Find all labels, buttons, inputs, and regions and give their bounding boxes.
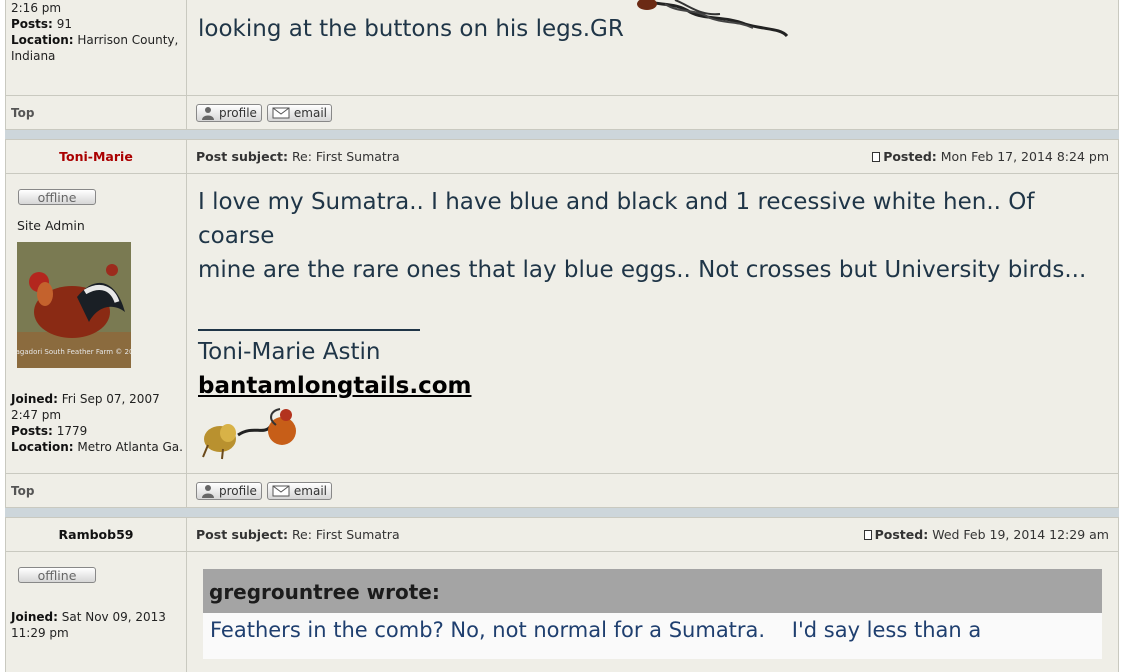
user-location: Location: Harrison County, Indiana [11, 33, 179, 63]
user-icon [202, 484, 214, 498]
post-2-content: I love my Sumatra.. I have blue and blac… [187, 174, 1118, 473]
envelope-icon [272, 485, 290, 496]
email-button[interactable]: email [266, 103, 332, 122]
user-avatar: Onagadori South Feather Farm © 2006 [17, 242, 131, 368]
bantam-chickens-image [202, 408, 296, 460]
top-link[interactable]: Top [6, 106, 34, 120]
post-3-subject-bar: Post subject: Re: First Sumatra Posted: … [187, 518, 1118, 551]
quote-block: gregrountree wrote: Feathers in the comb… [203, 569, 1102, 659]
post-1-buttons: profile email [187, 96, 1118, 129]
post-1-content: looking at the buttons on his legs.GR [187, 0, 1118, 95]
post-2-subject-bar: Post subject: Re: First Sumatra Posted: … [187, 140, 1118, 173]
profile-button[interactable]: profile [196, 481, 262, 500]
post-2-body: offline Site Admin Onagadori South Feath… [5, 173, 1119, 473]
user-joined-time: 11:29 pm [11, 626, 69, 640]
post-1-top-cell: Top [6, 96, 187, 129]
top-link[interactable]: Top [6, 484, 34, 498]
post-subject: Post subject: Re: First Sumatra [196, 527, 400, 542]
avatar-caption: Onagadori South Feather Farm © 2006 [17, 348, 131, 356]
post-1-user-info: 2:16 pm Posts: 91 Location: Harrison Cou… [6, 0, 187, 95]
user-joined-time: 2:16 pm [11, 1, 62, 15]
post-text-line: I love my Sumatra.. I have blue and blac… [198, 189, 1035, 249]
user-icon [202, 106, 214, 120]
post-separator [5, 507, 1119, 518]
user-posts: Posts: 1779 [11, 424, 88, 438]
profile-button[interactable]: profile [196, 103, 262, 122]
post-separator [5, 129, 1119, 140]
post-icon[interactable] [863, 530, 872, 540]
user-location: Location: Metro Atlanta Ga. [11, 440, 183, 454]
user-rank: Site Admin [17, 218, 85, 233]
post-author[interactable]: Rambob59 [59, 527, 134, 542]
user-joined-time: 2:47 pm [11, 408, 62, 422]
signature-link[interactable]: bantamlongtails.com [198, 369, 1118, 403]
online-status-badge: offline [18, 189, 96, 205]
post-3-header: Rambob59 Post subject: Re: First Sumatra… [5, 518, 1119, 551]
user-joined: Joined: Fri Sep 07, 2007 [11, 392, 160, 406]
post-2-footer: Top profile email [5, 473, 1119, 507]
post-2-author-cell: Toni-Marie [6, 140, 187, 173]
post-3-user-info: offline Joined: Sat Nov 09, 2013 11:29 p… [6, 552, 187, 672]
post-subject: Post subject: Re: First Sumatra [196, 149, 400, 164]
post-2-buttons: profile email [187, 474, 1118, 507]
post-date: Posted: Mon Feb 17, 2014 8:24 pm [872, 149, 1109, 164]
post-3-author-cell: Rambob59 [6, 518, 187, 551]
email-button[interactable]: email [266, 481, 332, 500]
post-author[interactable]: Toni-Marie [59, 149, 133, 164]
rooster-signature-image [637, 0, 789, 38]
quote-text: Feathers in the comb? No, not normal for… [210, 618, 982, 642]
post-date: Posted: Wed Feb 19, 2014 12:29 am [863, 527, 1109, 542]
post-2-top-cell: Top [6, 474, 187, 507]
quote-author: gregrountree wrote: [203, 569, 1102, 613]
post-text-line: mine are the rare ones that lay blue egg… [198, 257, 1087, 283]
post-1-body: 2:16 pm Posts: 91 Location: Harrison Cou… [5, 0, 1119, 95]
user-posts: Posts: 91 [11, 17, 72, 31]
post-1-footer: Top profile email [5, 95, 1119, 129]
online-status-badge: offline [18, 567, 96, 583]
post-2-header: Toni-Marie Post subject: Re: First Sumat… [5, 140, 1119, 173]
signature-name: Toni-Marie Astin [198, 339, 381, 365]
signature-divider [198, 329, 420, 331]
post-1-text: looking at the buttons on his legs.GR [198, 16, 624, 42]
user-joined: Joined: Sat Nov 09, 2013 [11, 610, 166, 624]
post-icon[interactable] [872, 152, 881, 162]
post-2-user-info: offline Site Admin Onagadori South Feath… [6, 174, 187, 473]
envelope-icon [272, 107, 290, 118]
